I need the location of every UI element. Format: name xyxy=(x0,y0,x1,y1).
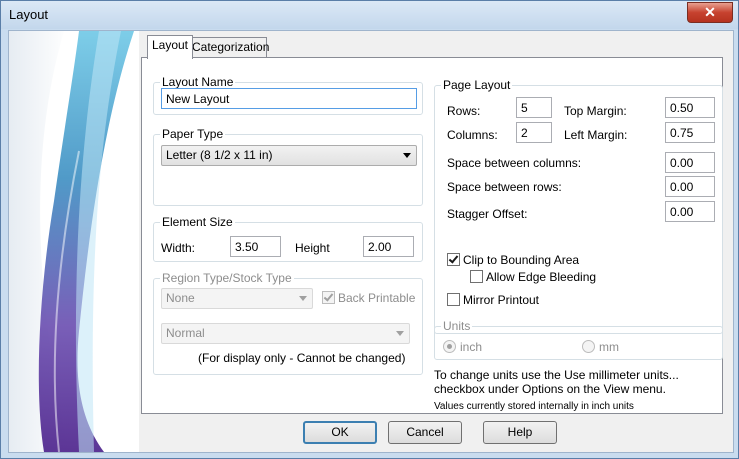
width-input[interactable] xyxy=(230,236,281,257)
close-button[interactable]: ✕ xyxy=(687,2,733,23)
decorative-wave-image xyxy=(9,31,139,452)
tab-categorization-label: Categorization xyxy=(192,40,270,54)
top-margin-label: Top Margin: xyxy=(564,104,627,118)
tab-control: Layout Categorization Layout Name Paper … xyxy=(141,35,733,415)
height-input[interactable] xyxy=(363,236,414,257)
region-type-group: Region Type/Stock Type None Back Printab… xyxy=(153,271,423,375)
space-rows-label: Space between rows: xyxy=(447,180,562,194)
layout-tab-panel: Layout Name Paper Type Letter (8 1/2 x 1… xyxy=(141,57,723,414)
inch-radio[interactable] xyxy=(443,340,456,353)
height-label: Height xyxy=(295,241,330,255)
units-label: Units xyxy=(441,319,473,333)
units-group: Units inch mm xyxy=(434,319,723,360)
chevron-down-icon xyxy=(299,296,307,301)
page-layout-label: Page Layout xyxy=(441,78,513,92)
paper-type-label: Paper Type xyxy=(160,127,226,141)
layout-dialog: Layout ✕ Layout Categorization Layout Na… xyxy=(0,0,739,459)
page-layout-group: Page Layout Rows: Top Margin: Columns: L… xyxy=(434,78,723,334)
tab-categorization[interactable]: Categorization xyxy=(191,37,270,58)
clip-bounding-checkbox[interactable] xyxy=(447,253,460,266)
dialog-client-area: Layout Categorization Layout Name Paper … xyxy=(8,30,734,453)
back-printable-checkbox[interactable] xyxy=(322,291,335,304)
mm-radio[interactable] xyxy=(582,340,595,353)
top-margin-input[interactable] xyxy=(665,97,715,118)
units-info-text: To change units use the Use millimeter u… xyxy=(434,368,679,396)
clip-bounding-label: Clip to Bounding Area xyxy=(463,253,580,267)
stagger-offset-label: Stagger Offset: xyxy=(447,207,528,221)
stock-type-value: Normal xyxy=(166,326,205,340)
help-button[interactable]: Help xyxy=(483,421,557,444)
left-margin-label: Left Margin: xyxy=(564,128,628,142)
mirror-printout-checkbox[interactable] xyxy=(447,293,460,306)
space-columns-input[interactable] xyxy=(665,152,715,173)
stored-units-note: Values currently stored internally in in… xyxy=(434,401,634,412)
element-size-label: Element Size xyxy=(160,215,235,229)
paper-type-group: Paper Type Letter (8 1/2 x 11 in) xyxy=(153,127,423,206)
inch-label: inch xyxy=(460,340,483,354)
left-margin-input[interactable] xyxy=(665,122,715,143)
paper-type-select[interactable]: Letter (8 1/2 x 11 in) xyxy=(161,145,417,166)
ok-button[interactable]: OK xyxy=(303,421,377,444)
chevron-down-icon xyxy=(403,153,411,158)
layout-name-group: Layout Name xyxy=(153,75,423,115)
window-title: Layout xyxy=(9,7,49,22)
tab-layout-label: Layout xyxy=(151,38,189,52)
paper-type-value: Letter (8 1/2 x 11 in) xyxy=(166,148,273,162)
columns-input[interactable] xyxy=(516,122,552,143)
stock-type-select[interactable]: Normal xyxy=(161,323,410,344)
layout-name-input[interactable] xyxy=(161,88,417,109)
tab-layout[interactable]: Layout xyxy=(147,35,193,59)
title-bar[interactable]: Layout ✕ xyxy=(1,1,738,29)
display-only-note: (For display only - Cannot be changed) xyxy=(198,351,406,365)
region-type-select[interactable]: None xyxy=(161,288,313,309)
back-printable-label: Back Printable xyxy=(338,291,416,305)
space-columns-label: Space between columns: xyxy=(447,156,582,170)
rows-label: Rows: xyxy=(447,104,481,118)
space-rows-input[interactable] xyxy=(665,176,715,197)
close-icon: ✕ xyxy=(704,4,716,20)
mirror-printout-label: Mirror Printout xyxy=(463,293,540,307)
chevron-down-icon xyxy=(396,331,404,336)
element-size-group: Element Size Width: Height xyxy=(153,215,423,262)
layout-name-label: Layout Name xyxy=(160,75,236,89)
wave-graphic xyxy=(9,31,139,452)
edge-bleeding-label: Allow Edge Bleeding xyxy=(486,270,597,284)
rows-input[interactable] xyxy=(516,97,552,118)
region-type-label: Region Type/Stock Type xyxy=(160,271,294,285)
stagger-offset-input[interactable] xyxy=(665,201,715,222)
region-type-value: None xyxy=(166,291,195,305)
width-label: Width: xyxy=(161,241,196,255)
mm-label: mm xyxy=(599,340,619,354)
columns-label: Columns: xyxy=(447,128,498,142)
cancel-button[interactable]: Cancel xyxy=(388,421,462,444)
edge-bleeding-checkbox[interactable] xyxy=(470,270,483,283)
